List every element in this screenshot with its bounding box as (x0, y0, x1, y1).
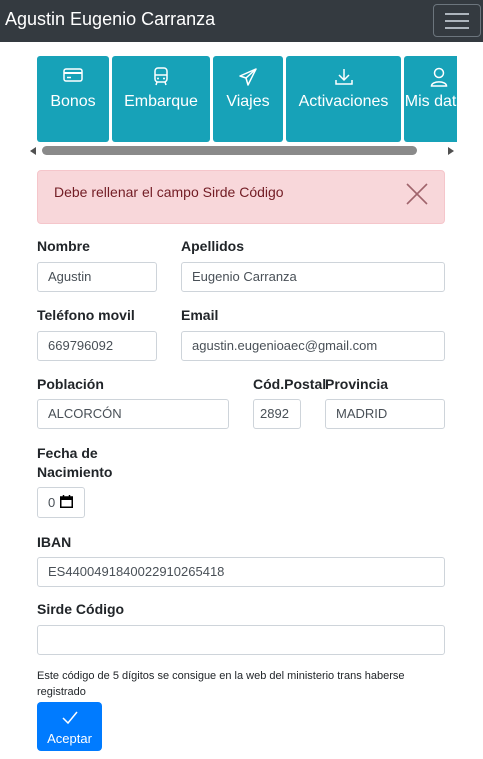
aceptar-label: Aceptar (47, 731, 92, 746)
cod-postal-label: Cód.Postal (253, 376, 327, 392)
aceptar-button[interactable]: Aceptar (37, 702, 102, 751)
tab-label: Embarque (124, 93, 198, 110)
fecha-label-line1: Fecha de (37, 445, 98, 461)
tab-label: Bonos (50, 93, 96, 110)
hamburger-icon-bar (445, 27, 469, 29)
tab-label: Mis datos (404, 93, 457, 110)
nombre-label: Nombre (37, 238, 90, 254)
nombre-input[interactable]: Agustin (37, 262, 157, 292)
credit-card-icon (37, 67, 109, 87)
sirde-label: Sirde Código (37, 601, 125, 617)
fecha-nacimiento-input[interactable]: 0 (37, 487, 85, 518)
telefono-label: Teléfono movil (37, 307, 135, 323)
poblacion-input[interactable]: ALCORCÓN (37, 399, 229, 429)
fecha-value: 0 (48, 495, 56, 510)
cod-postal-input[interactable]: 2892 (253, 399, 301, 429)
telefono-input[interactable]: 669796092 (37, 331, 157, 361)
scrollbar-thumb[interactable] (42, 146, 417, 155)
tab-embarque[interactable]: Embarque (112, 56, 210, 142)
provincia-label: Provincia (325, 376, 389, 392)
scroll-left-icon[interactable] (30, 147, 36, 155)
paper-plane-icon (213, 67, 283, 87)
close-icon[interactable] (405, 182, 429, 206)
tab-bonos[interactable]: Bonos (37, 56, 109, 142)
section-tabs: Bonos Embarque Viajes Activaciones Mis d… (37, 56, 457, 142)
bus-icon (112, 67, 210, 87)
user-icon (404, 67, 457, 87)
check-icon (37, 711, 102, 725)
provincia-input[interactable]: MADRID (325, 399, 445, 429)
tabs-scrollbar[interactable] (30, 145, 454, 157)
iban-label: IBAN (37, 534, 72, 550)
scroll-right-icon[interactable] (448, 147, 454, 155)
tab-label: Activaciones (298, 93, 389, 110)
error-alert: Debe rellenar el campo Sirde Código (37, 170, 445, 224)
download-icon (286, 67, 401, 87)
tab-mis-datos[interactable]: Mis datos (404, 56, 457, 142)
alert-message: Debe rellenar el campo Sirde Código (54, 184, 284, 200)
tab-viajes[interactable]: Viajes (213, 56, 283, 142)
email-label: Email (181, 307, 219, 323)
fecha-label-line2: Nacimiento (37, 464, 113, 480)
tab-activaciones[interactable]: Activaciones (286, 56, 401, 142)
tab-label: Viajes (226, 93, 270, 110)
hamburger-icon (445, 13, 469, 15)
email-input[interactable]: agustin.eugenioaec@gmail.com (181, 331, 445, 361)
iban-input[interactable]: ES4400491840022910265418 (37, 557, 445, 587)
menu-toggle-button[interactable] (433, 4, 481, 37)
user-name-title[interactable]: Agustin Eugenio Carranza (5, 9, 215, 30)
poblacion-label: Población (37, 376, 104, 392)
navbar: Agustin Eugenio Carranza (0, 0, 483, 42)
calendar-icon[interactable] (60, 495, 73, 513)
hamburger-icon-bar (445, 20, 469, 22)
apellidos-label: Apellidos (181, 238, 245, 254)
apellidos-input[interactable]: Eugenio Carranza (181, 262, 445, 292)
sirde-help-text: Este código de 5 dígitos se consigue en … (37, 670, 405, 698)
sirde-codigo-input[interactable] (37, 625, 445, 655)
